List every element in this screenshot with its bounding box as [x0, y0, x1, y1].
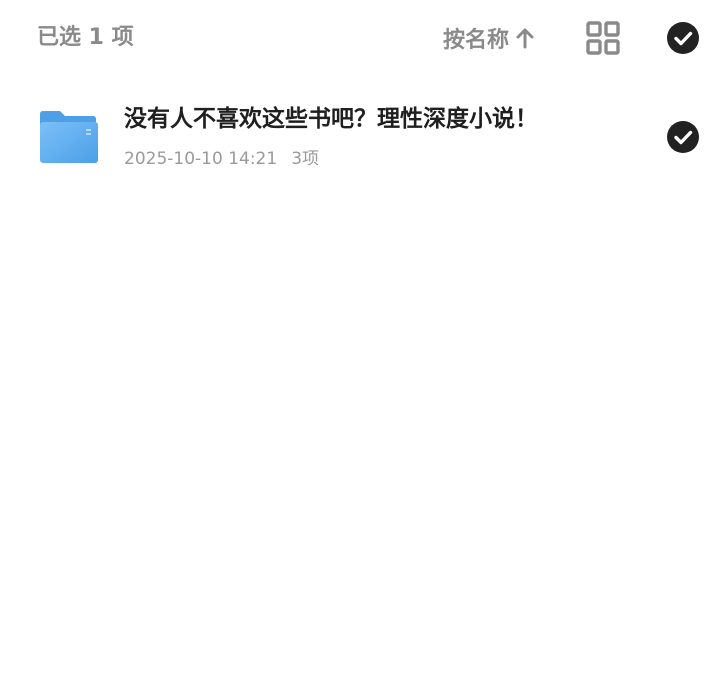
sort-label: 按名称 [443, 28, 510, 53]
check-circle-icon [667, 22, 699, 54]
selected-count-label: 已选 1 项 [37, 25, 134, 50]
arrow-up-icon [516, 28, 534, 49]
file-select-checkbox[interactable] [666, 120, 700, 154]
folder-icon [40, 111, 98, 163]
file-name: 没有人不喜欢这些书吧？理性深度小说！ [124, 106, 538, 132]
file-date: 2025-10-10 14:21 [124, 149, 278, 169]
sort-by-name-button[interactable]: 按名称 [443, 22, 535, 54]
grid-view-button[interactable] [585, 20, 621, 56]
file-item-count: 3项 [291, 149, 320, 169]
grid-view-icon [586, 21, 620, 55]
file-list-item[interactable]: 没有人不喜欢这些书吧？理性深度小说！ 2025-10-10 14:21 3项 [0, 92, 714, 184]
select-all-checkbox[interactable] [666, 21, 700, 55]
file-meta: 2025-10-10 14:21 3项 [124, 146, 319, 172]
check-circle-icon [667, 121, 699, 153]
toolbar: 已选 1 项 按名称 [0, 0, 714, 76]
